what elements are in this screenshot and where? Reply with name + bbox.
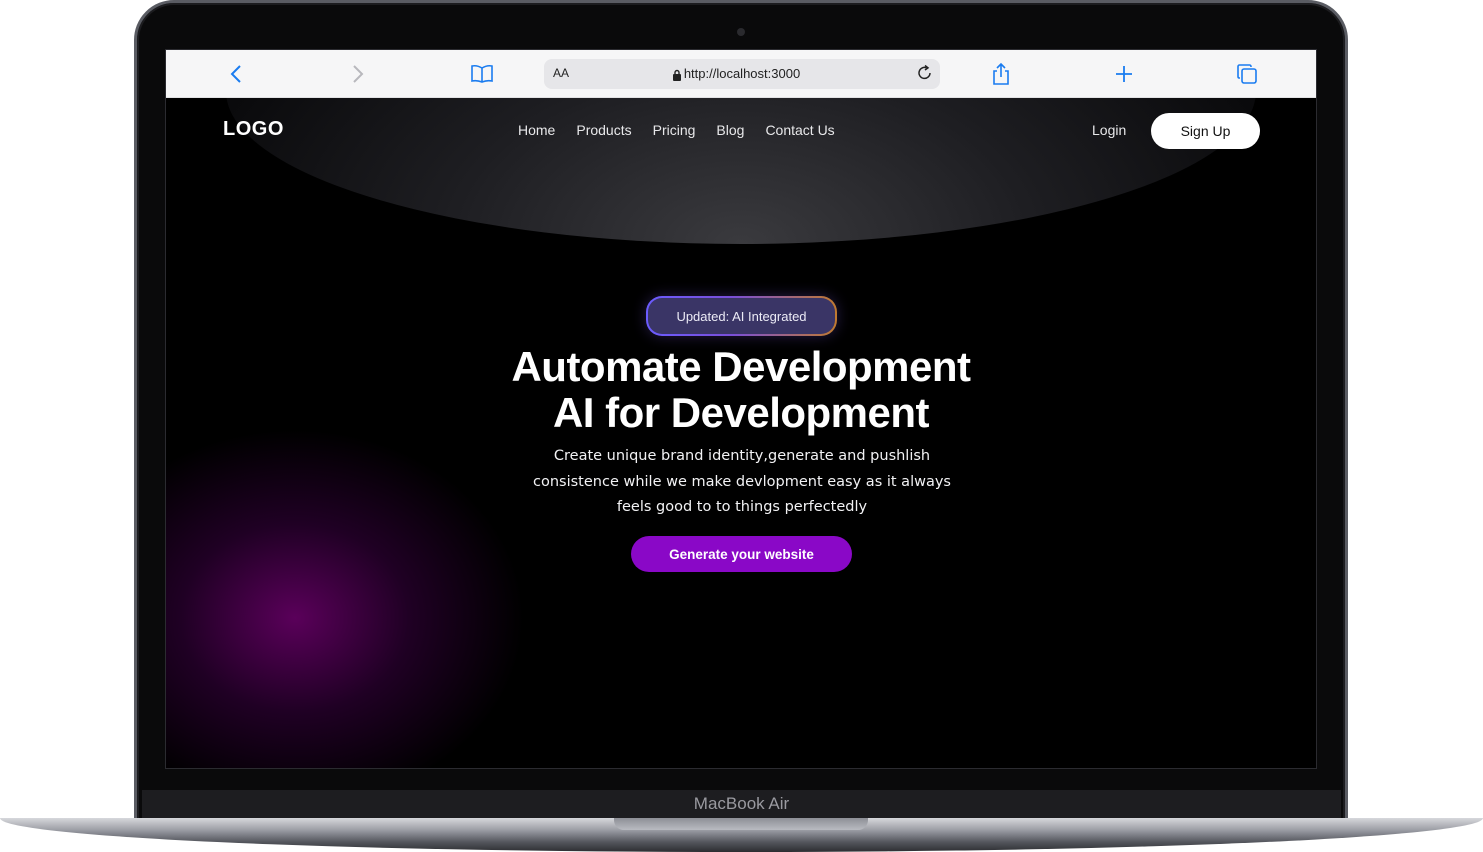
nav-link-blog[interactable]: Blog: [716, 122, 744, 138]
web-page: LOGO Home Products Pricing Blog Contact …: [166, 98, 1316, 768]
new-tab-icon[interactable]: [1112, 62, 1136, 86]
url-text[interactable]: http://localhost:3000: [544, 66, 940, 81]
browser-window: AA http://localhost:3000 LOGO Home Produ…: [165, 49, 1317, 769]
back-icon[interactable]: [224, 62, 248, 86]
nav-links: Home Products Pricing Blog Contact Us: [518, 122, 835, 138]
reload-icon[interactable]: [916, 64, 934, 86]
nav-link-home[interactable]: Home: [518, 122, 555, 138]
forward-icon[interactable]: [346, 62, 370, 86]
login-link[interactable]: Login: [1092, 122, 1126, 138]
hero-subtext: Create unique brand identity,generate an…: [526, 444, 958, 521]
nav-link-products[interactable]: Products: [576, 122, 631, 138]
share-icon[interactable]: [989, 62, 1013, 86]
site-logo[interactable]: LOGO: [223, 118, 284, 141]
tabs-icon[interactable]: [1235, 62, 1259, 86]
camera-dot: [737, 28, 745, 36]
browser-toolbar: AA http://localhost:3000: [166, 50, 1316, 98]
address-bar[interactable]: AA http://localhost:3000: [544, 59, 940, 89]
headline-line-2: AI for Development: [552, 389, 930, 436]
subtext-line-3: feels good to to things perfectedly: [616, 499, 868, 515]
subtext-line-2: consistence while we make devlopment eas…: [533, 473, 951, 490]
nav-link-contact[interactable]: Contact Us: [765, 122, 834, 138]
update-badge: Updated: AI Integrated: [646, 296, 837, 336]
nav-link-pricing[interactable]: Pricing: [653, 122, 696, 138]
subtext-line-1: Create unique brand identity,generate an…: [553, 448, 931, 464]
headline-line-1: Automate Development: [511, 343, 971, 390]
laptop-notch: [614, 818, 868, 830]
generate-website-button[interactable]: Generate your website: [631, 536, 852, 572]
update-badge-label: Updated: AI Integrated: [648, 298, 835, 334]
signup-button[interactable]: Sign Up: [1151, 113, 1260, 149]
device-label: MacBook Air: [693, 794, 790, 813]
bookmarks-icon[interactable]: [470, 62, 494, 86]
site-navbar: LOGO Home Products Pricing Blog Contact …: [166, 98, 1316, 164]
hero-headline: Automate Development AI for Development: [166, 344, 1316, 436]
purple-glow: [166, 428, 526, 768]
